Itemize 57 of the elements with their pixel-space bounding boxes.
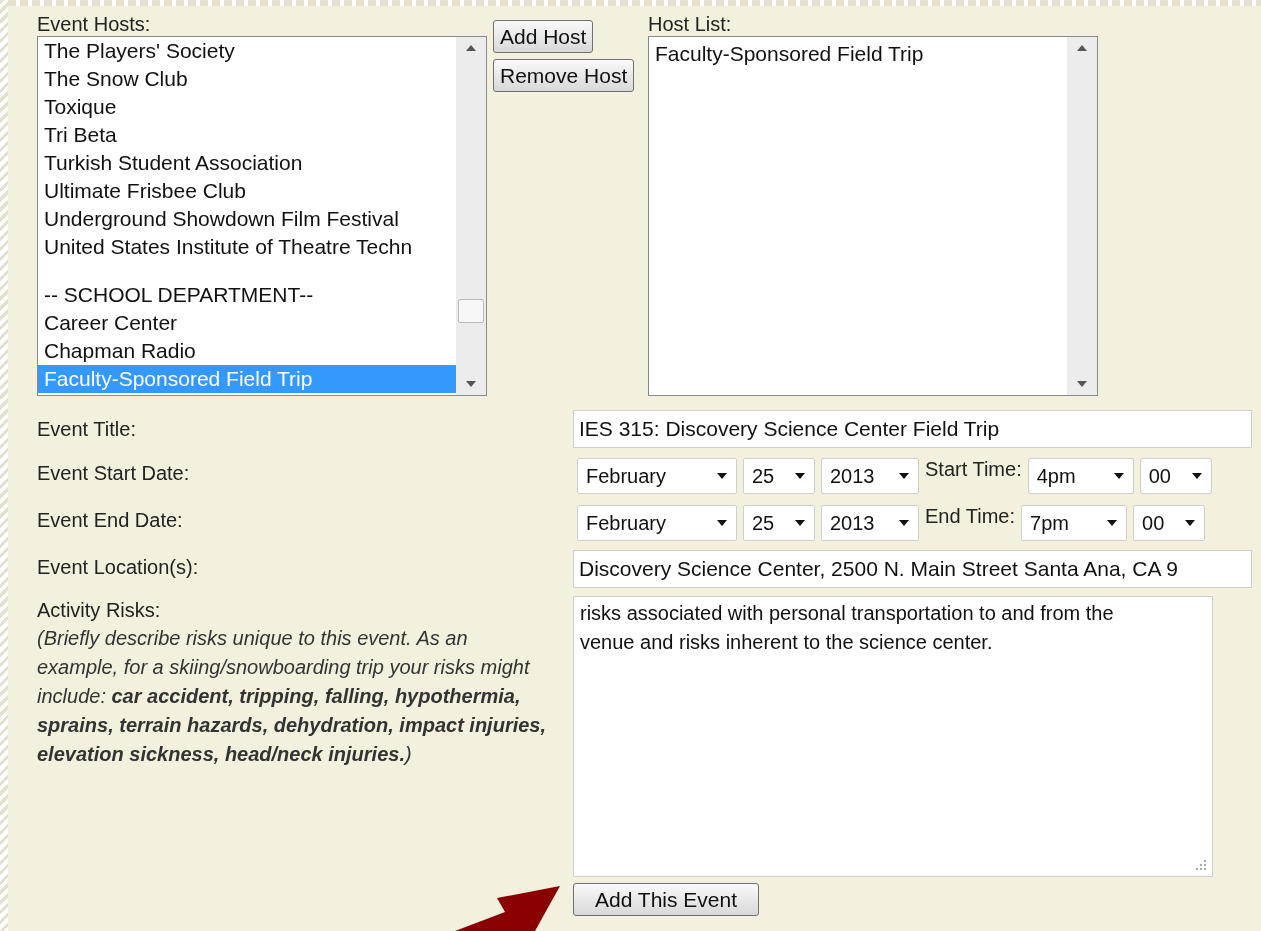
scroll-up-arrow-icon[interactable] bbox=[466, 45, 476, 51]
dropdown-arrow-icon bbox=[1112, 472, 1125, 480]
remove-host-button[interactable]: Remove Host bbox=[493, 59, 635, 92]
scroll-up-arrow-icon[interactable] bbox=[1077, 45, 1087, 51]
day-dropdown[interactable]: 25 bbox=[743, 505, 815, 541]
minute-dropdown[interactable]: 00 bbox=[1133, 505, 1206, 541]
minute-dropdown[interactable]: 00 bbox=[1139, 458, 1212, 494]
host-list-listbox[interactable]: Faculty-Sponsored Field Trip bbox=[648, 36, 1098, 396]
activity-risks-textarea[interactable]: risks associated with personal transportation to and from the venue and risks inherent to the science center. bbox=[573, 596, 1213, 877]
dropdown-arrow-icon bbox=[716, 472, 728, 480]
field-label: Event Location(s): bbox=[37, 556, 199, 578]
dropdown-arrow-icon bbox=[898, 519, 910, 527]
day-dropdown[interactable]: 25 bbox=[743, 458, 815, 494]
dropdown-arrow-icon bbox=[1184, 519, 1197, 527]
list-option[interactable]: Career Center bbox=[38, 309, 456, 337]
list-option[interactable]: Ultimate Frisbee Club bbox=[38, 177, 456, 205]
list-option[interactable]: United States Institute of Theatre Techn bbox=[38, 233, 456, 261]
scrollbar-thumb[interactable] bbox=[458, 299, 484, 323]
list-option[interactable]: Toxique bbox=[38, 93, 456, 121]
activity-risks-label: Activity Risks: bbox=[37, 598, 162, 622]
event-hosts-listbox[interactable] bbox=[37, 36, 487, 396]
hour-dropdown[interactable]: 4pm bbox=[1027, 458, 1134, 494]
time-label: Start Time: bbox=[925, 457, 1022, 482]
option-group-label: -- SCHOOL DEPARTMENT-- bbox=[43, 282, 315, 308]
add-this-event-button[interactable]: Add This Event bbox=[573, 883, 759, 916]
time-label: End Time: bbox=[925, 504, 1016, 529]
list-option[interactable]: Faculty-Sponsored Field Trip bbox=[649, 39, 1067, 68]
field-label: Event Start Date: bbox=[37, 462, 190, 484]
dropdown-arrow-icon bbox=[716, 519, 728, 527]
add-host-button[interactable]: Add Host bbox=[493, 20, 594, 53]
event-location-field[interactable]: Discovery Science Center, 2500 N. Main Street Santa Ana, CA 9 bbox=[573, 550, 1252, 588]
risks-hint-text: (Briefly describe risks unique to this event. As an example, for a skiing/snowboarding trip your risks might include: car accident, tripping, falling, hypothermia, sprains, terrain hazards, dehydration, impact injuries, elevation sickness, head/neck injuries.) bbox=[37, 626, 548, 767]
list-option[interactable]: Tri Beta bbox=[38, 121, 456, 149]
dropdown-arrow-icon bbox=[1190, 472, 1203, 480]
scroll-down-arrow-icon[interactable] bbox=[1077, 381, 1087, 387]
dropdown-arrow-icon bbox=[1106, 519, 1119, 527]
list-option[interactable]: Turkish Student Association bbox=[38, 149, 456, 177]
host-list-label: Host List: bbox=[648, 12, 733, 36]
list-option[interactable]: The Snow Club bbox=[38, 65, 456, 93]
list-option[interactable]: Underground Showdown Film Festival bbox=[38, 205, 456, 233]
scroll-down-arrow-icon[interactable] bbox=[466, 381, 476, 387]
dropdown-arrow-icon bbox=[794, 472, 806, 480]
year-dropdown[interactable]: 2013 bbox=[821, 458, 919, 494]
field-label: Event Title: bbox=[37, 418, 136, 440]
hour-dropdown[interactable]: 7pm bbox=[1021, 505, 1128, 541]
textarea-text: risks associated with personal transportation to and from the venue and risks inherent to the science center. bbox=[580, 601, 1115, 655]
month-dropdown[interactable]: February bbox=[577, 505, 737, 541]
list-option[interactable]: Chapman Radio bbox=[38, 337, 456, 365]
year-dropdown[interactable]: 2013 bbox=[821, 505, 919, 541]
dropdown-arrow-icon bbox=[794, 519, 806, 527]
event-hosts-label: Event Hosts: bbox=[37, 12, 152, 36]
list-option[interactable]: The Players' Society bbox=[38, 37, 456, 65]
dropdown-arrow-icon bbox=[898, 472, 910, 480]
resize-grip-icon[interactable] bbox=[1196, 860, 1206, 870]
field-label: Event End Date: bbox=[37, 509, 183, 531]
event-title-field[interactable]: IES 315: Discovery Science Center Field Trip bbox=[573, 410, 1252, 448]
month-dropdown[interactable]: February bbox=[577, 458, 737, 494]
